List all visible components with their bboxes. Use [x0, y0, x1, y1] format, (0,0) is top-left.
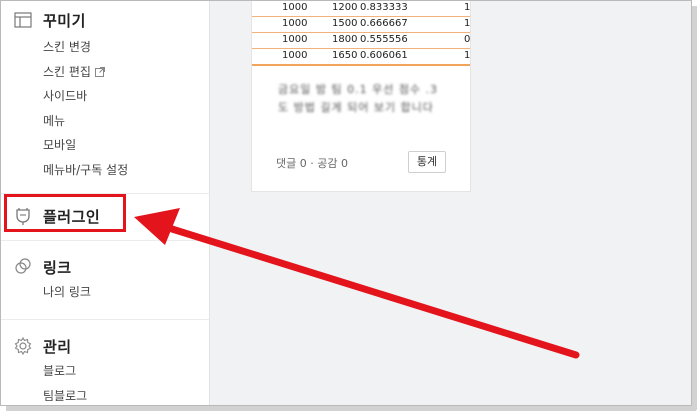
table-cell: 0.606061	[360, 50, 408, 61]
blurred-text-line: 도 방법 길게 되어 보기 합니다	[278, 101, 434, 113]
menu-mobile[interactable]: 모바일	[43, 133, 209, 158]
link-icon	[15, 258, 31, 274]
menu-blog[interactable]: 블로그	[43, 359, 209, 384]
table-cell: 1000	[282, 18, 308, 29]
highlight-box	[4, 194, 126, 232]
blurred-text-line: 금요일 밤 팀 0.1 우선 점수 .3	[278, 83, 436, 95]
external-link-icon	[94, 66, 105, 77]
section-manage-header[interactable]: 관리	[1, 333, 209, 359]
table-row: 1000 1500 0.666667 1	[252, 16, 470, 32]
table-cell: 1000	[282, 34, 308, 45]
post-card[interactable]: 1000 1200 0.833333 1 1000 1500 0.666667 …	[251, 1, 471, 192]
table-cell: 1000	[282, 50, 308, 61]
table-cell: 1650	[332, 50, 358, 61]
menu-menu[interactable]: 메뉴	[43, 109, 209, 134]
data-table: 1000 1200 0.833333 1 1000 1500 0.666667 …	[252, 1, 470, 66]
table-row: 1000 1200 0.833333 1	[252, 1, 470, 16]
table-cell: 0	[464, 34, 471, 45]
menu-menubar-subscribe[interactable]: 메뉴바/구독 설정	[43, 158, 209, 183]
table-row: 1000 1800 0.555556 0	[252, 32, 470, 48]
section-decorate: 꾸미기 스킨 변경 스킨 편집 사이드바 메뉴 모바일 메뉴바/구독 설정	[1, 7, 209, 182]
frame-shadow-bottom	[6, 406, 696, 411]
sidebar-divider	[1, 319, 209, 320]
menu-skin-change[interactable]: 스킨 변경	[43, 35, 209, 60]
section-decorate-header[interactable]: 꾸미기	[1, 7, 209, 33]
section-link-title: 링크	[43, 259, 72, 277]
section-link: 링크 나의 링크	[1, 254, 209, 305]
sidebar-divider	[1, 240, 209, 241]
table-row: 1000 1650 0.606061 1	[252, 48, 470, 64]
table-cell: 0.833333	[360, 2, 408, 13]
screenshot-frame: 꾸미기 스킨 변경 스킨 편집 사이드바 메뉴 모바일 메뉴바/구독 설정 플러…	[0, 0, 692, 406]
section-manage-title: 관리	[43, 338, 72, 356]
table-cell: 1	[464, 50, 471, 61]
gear-icon	[14, 336, 32, 356]
table-cell: 1000	[282, 2, 308, 13]
menu-sidebar[interactable]: 사이드바	[43, 84, 209, 109]
comment-like-count: 댓글 0 · 공감 0	[276, 157, 348, 170]
stats-button[interactable]: 통계	[408, 151, 446, 173]
table-cell: 1	[464, 18, 471, 29]
menu-my-link[interactable]: 나의 링크	[43, 280, 209, 305]
layout-icon	[14, 12, 32, 28]
section-link-header[interactable]: 링크	[1, 254, 209, 280]
table-cell: 1	[464, 2, 471, 13]
section-decorate-title: 꾸미기	[43, 12, 86, 30]
table-cell: 1200	[332, 2, 358, 13]
menu-team-blog[interactable]: 팀블로그	[43, 384, 209, 406]
table-cell: 0.666667	[360, 18, 408, 29]
frame-shadow-right	[692, 6, 697, 410]
section-manage: 관리 블로그 팀블로그	[1, 333, 209, 406]
table-cell: 1800	[332, 34, 358, 45]
table-cell: 0.555556	[360, 34, 408, 45]
menu-skin-edit[interactable]: 스킨 편집	[43, 60, 209, 85]
menu-skin-edit-label: 스킨 편집	[43, 64, 91, 79]
table-cell: 1500	[332, 18, 358, 29]
